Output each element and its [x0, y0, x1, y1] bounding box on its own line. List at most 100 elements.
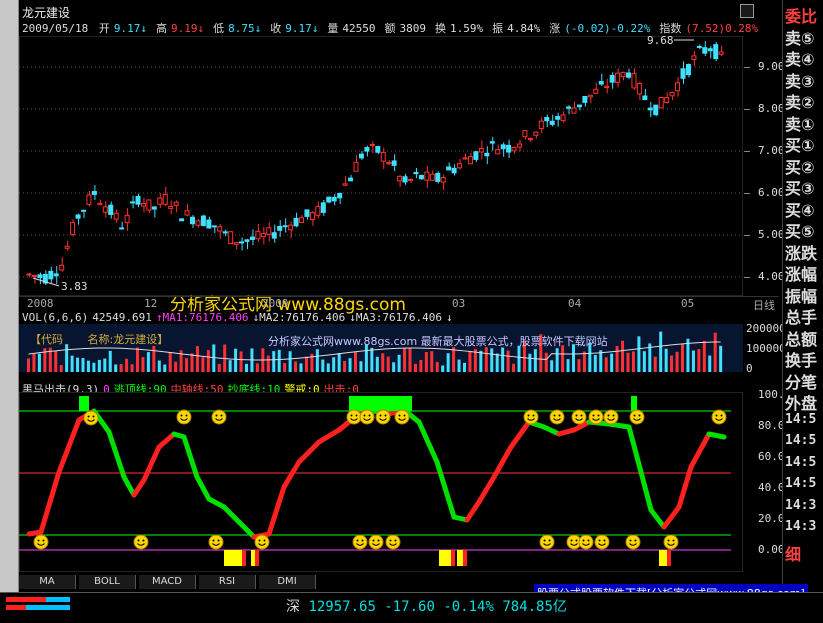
low-price-label: 3.83	[61, 280, 88, 293]
quote-detail-item: 总额	[785, 329, 818, 349]
volume-bar	[675, 351, 679, 372]
quote-detail-item: 涨跌	[785, 243, 818, 263]
volume-bar	[114, 364, 118, 372]
stock-name-tag: 名称:龙元建设】	[87, 333, 169, 346]
price-tick-label: 5.00	[758, 228, 785, 241]
quote-line: 2009/05/18 开 9.17↓ 高 9.19↓ 低 8.75↓ 收 9.17↓ 量 4255…	[22, 20, 771, 35]
volume-stock-tag: 【代码 名称:龙元建设】	[30, 331, 168, 347]
volume-bar	[512, 363, 516, 372]
volume-bar	[206, 350, 210, 372]
escape-signal-bar	[357, 396, 412, 411]
volume-bar	[37, 353, 41, 372]
quote-value: 42550	[342, 22, 376, 35]
smiley-icon	[375, 409, 391, 425]
indicator-chart[interactable]	[19, 392, 743, 572]
price-tick	[744, 277, 750, 278]
volume-bar	[375, 356, 379, 372]
volume-bar	[272, 351, 276, 372]
quote-detail-item: 卖①	[785, 114, 815, 134]
volume-bar	[321, 359, 325, 372]
status-color-bars	[6, 597, 70, 610]
tab-rsi[interactable]: RSI	[199, 575, 256, 589]
smiley-icon	[663, 534, 679, 550]
volume-bar	[517, 345, 521, 372]
quote-detail-item: 14:3	[785, 497, 817, 513]
date-label: 2009	[262, 297, 289, 310]
candlestick-chart[interactable]: 9.68 3.83	[19, 36, 743, 296]
left-toolbar	[0, 0, 19, 600]
volume-bar	[152, 345, 156, 372]
quote-detail-item: 14:5	[785, 433, 817, 448]
price-tick	[744, 67, 750, 68]
volume-bar	[381, 353, 385, 372]
volume-bar	[195, 346, 199, 372]
strike-signal-bar	[451, 550, 455, 566]
strike-signal-bar	[463, 550, 467, 566]
smiley-icon	[523, 409, 539, 425]
market-index-quote: 深 12957.65 -17.60 -0.14% 784.85亿	[286, 596, 567, 616]
index-change: -17.60	[384, 599, 435, 615]
volume-bar	[76, 357, 80, 372]
volume-bar	[146, 352, 150, 372]
volume-bar	[708, 355, 712, 372]
volume-bar	[626, 352, 630, 372]
volume-bar	[452, 347, 456, 372]
tab-boll[interactable]: BOLL	[79, 575, 136, 589]
quote-detail-item: 卖④	[785, 50, 815, 69]
volume-bar	[294, 361, 298, 372]
stock-code-tag: 【代码	[30, 333, 63, 346]
quote-item: 涨 (-0.02)-0.22%	[549, 22, 654, 35]
volume-bar	[615, 345, 619, 372]
price-tick	[744, 151, 750, 152]
volume-bar	[697, 349, 701, 372]
volume-bar	[119, 363, 123, 372]
volume-bar	[185, 358, 189, 372]
smiley-icon	[33, 534, 49, 550]
quote-detail-item: 14:5	[785, 454, 817, 470]
date-axis: 2008 12 2009 03 04 05 日线	[19, 296, 779, 312]
volume-bar	[59, 365, 63, 372]
quote-value: 9.17↓	[113, 22, 147, 35]
volume-bar	[533, 349, 537, 372]
volume-bar	[419, 359, 423, 372]
quote-value: 9.19↓	[170, 22, 205, 35]
volume-bar	[544, 352, 548, 372]
volume-bar	[337, 352, 341, 372]
strike-signal-bar	[255, 550, 259, 566]
quote-label: 开	[98, 22, 110, 35]
oscillator-segment	[706, 431, 727, 440]
tab-ma[interactable]: MA	[19, 575, 76, 589]
escape-signal-bar	[349, 396, 357, 411]
volume-banner: 分析家公式网www.88gs.com 最新最大股票公式，股票软件下载网站	[268, 335, 608, 348]
quote-value: 8.75↓	[228, 22, 262, 35]
quote-detail-item: 14:3	[785, 519, 817, 534]
smiley-icon	[208, 534, 224, 550]
quote-item: 振 4.84%	[492, 22, 544, 35]
volume-bar	[65, 344, 69, 372]
quote-value: (7.52)0.28%	[685, 22, 759, 35]
smiley-icon	[385, 534, 401, 550]
quote-detail-item: 换手	[785, 351, 818, 370]
quote-value: (-0.02)-0.22%	[564, 22, 651, 35]
volume-scale: 200000 100000 0	[744, 322, 786, 375]
volume-bar	[457, 359, 461, 372]
candle	[326, 196, 332, 204]
volume-bar	[468, 351, 472, 372]
volume-bar	[141, 357, 145, 372]
quote-value: 9.17↓	[285, 22, 319, 35]
tab-macd[interactable]: MACD	[139, 575, 196, 589]
volume-header-item: ↓	[446, 311, 453, 324]
quote-item: 低 8.75↓	[213, 22, 265, 35]
window-control-button[interactable]	[740, 4, 754, 18]
candle	[658, 96, 664, 109]
volume-bar	[392, 362, 396, 372]
volume-bar	[408, 348, 412, 372]
quote-label: 换	[434, 22, 446, 35]
volume-bar	[201, 357, 205, 372]
volume-bar	[430, 351, 434, 372]
tab-dmi[interactable]: DMI	[259, 575, 316, 589]
volume-bar	[566, 359, 570, 372]
volume-bar	[582, 351, 586, 372]
quote-detail-item: 14:5	[785, 476, 817, 491]
volume-bar	[174, 361, 178, 372]
